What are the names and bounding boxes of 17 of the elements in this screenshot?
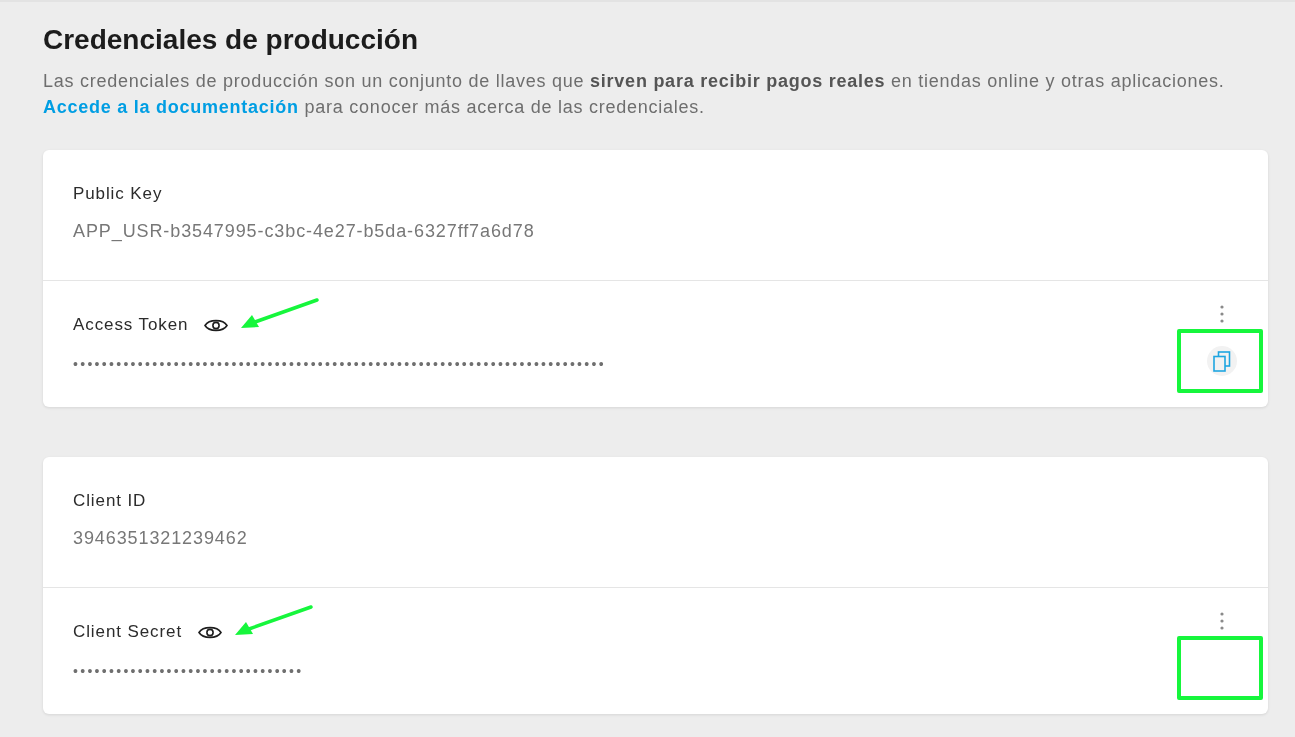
field-label: Access Token: [73, 314, 189, 336]
masked-value: ••••••••••••••••••••••••••••••••••••••••••••••••••••••••••••••••••••••••••: [73, 356, 607, 372]
documentation-link[interactable]: Accede a la documentación: [43, 97, 299, 117]
field-label: Client Secret: [73, 621, 183, 643]
eye-icon[interactable]: [198, 624, 223, 640]
eye-icon[interactable]: [204, 317, 229, 333]
field-label: Client ID: [73, 490, 147, 512]
copy-icon: [1213, 350, 1231, 372]
field-value: 3946351321239462: [73, 528, 249, 548]
field-label: Public Key: [73, 183, 163, 205]
field-value: APP_USR-b3547995-c3bc-4e27-b5da-6327ff7a6d78: [73, 221, 536, 241]
copy-button[interactable]: [1207, 346, 1237, 376]
kebab-menu-icon[interactable]: [1220, 305, 1224, 323]
masked-value: ••••••••••••••••••••••••••••••••: [73, 663, 305, 679]
kebab-menu-icon[interactable]: [1220, 612, 1224, 630]
description-text: Las credenciales de producción son un conjunto de llaves que sirven para recibir pagos reales en tiendas online y otras aplicaciones. Accede a la documentación para conocer más acerca de las credenciales.: [43, 70, 1226, 119]
page-title: Credenciales de producción: [43, 24, 419, 56]
